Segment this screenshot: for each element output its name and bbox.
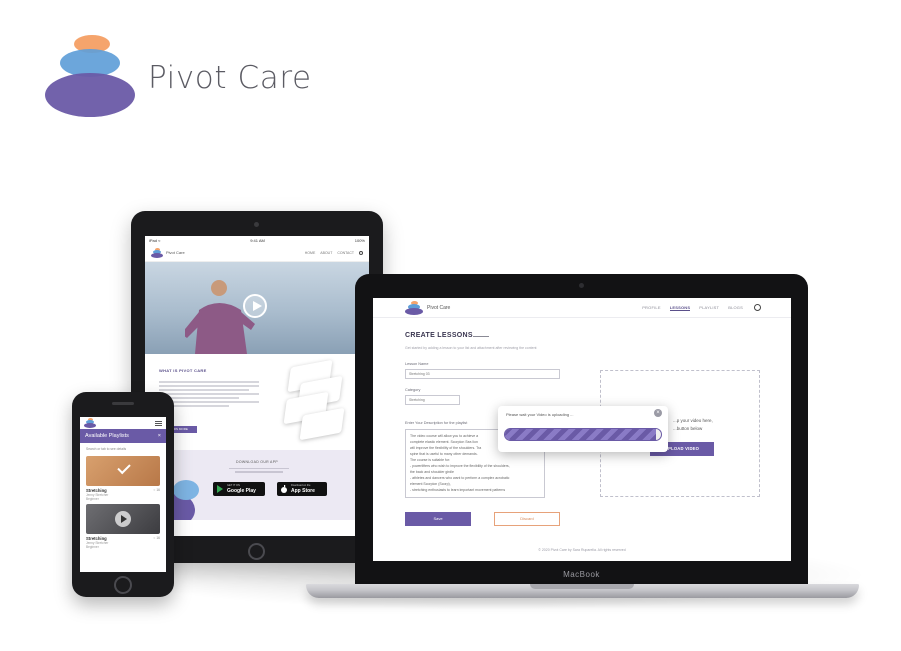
upload-hint-line: ...button below [673,426,703,431]
nav-blogs[interactable]: BLOGS [728,305,743,311]
card-meta: Stretching ○ 16 [80,486,166,493]
play-video-icon[interactable] [243,294,267,318]
search-hint: Search or tab to see details [86,447,127,451]
close-icon[interactable]: × [654,409,662,417]
brand-name: Pivot Care [148,60,312,96]
category-select[interactable]: Stretching [405,395,460,405]
card-meta: Stretching ○ 16 [80,534,166,541]
apple-icon [281,485,287,493]
upload-hint: ...p your video here, ...button below [673,417,713,433]
logo-icon [405,301,423,315]
user-icon[interactable] [359,250,363,255]
logo-icon[interactable] [84,418,96,428]
tablet-nav-links: HOME ABOUT CONTACT [305,250,363,255]
laptop-nav: Pivot Care PROFILE LESSONS PLAYLIST BLOG… [373,298,791,318]
lesson-name-label: Lesson Name [405,362,429,366]
tablet-home-button[interactable] [248,543,265,560]
card-views: ○ 16 [153,536,160,540]
card-level: Beginner [86,545,99,549]
download-text-placeholder [229,468,289,475]
about-title: WHAT IS PIVOT CARE [159,368,207,373]
pivot-care-logo [45,35,135,117]
save-button[interactable]: Save [405,512,471,526]
decor-blob [173,480,199,500]
hero-person-image [185,280,255,354]
footer-copyright: © 2020 Pivot Care by Sara Ruparelia. All… [538,548,626,552]
checkmark-icon [117,460,131,475]
laptop-device: Pivot Care PROFILE LESSONS PLAYLIST BLOG… [355,274,808,586]
status-carrier: iPad ≈ [149,237,161,243]
discard-button[interactable]: Discard [494,512,560,526]
tablet-screen: iPad ≈ 9:41 AM 100% Pivot Care HOME ABOU… [145,236,369,536]
tablet-camera [254,222,259,227]
play-icon[interactable] [115,511,131,527]
phone-home-button[interactable] [114,576,132,594]
google-play-big: Google Play [227,487,256,494]
upload-progress-bar [504,428,662,441]
description-label: Enter Your Description for the playlist [405,421,468,425]
playlist-card[interactable]: Stretching ○ 16 Jenny Stretcher Beginner [80,456,166,501]
tablet-nav-contact[interactable]: CONTACT [337,251,354,255]
status-time: 9:41 AM [250,237,265,243]
phone-screen: Available Playlists × Search or tab to s… [80,417,166,572]
card-level: Beginner [86,497,99,501]
nav-profile[interactable]: PROFILE [642,305,661,311]
status-battery: 100% [354,237,365,243]
close-icon[interactable]: × [158,433,161,439]
laptop-nav-links: PROFILE LESSONS PLAYLIST BLOGS [642,305,743,311]
logo-icon [151,247,163,258]
google-play-icon [217,485,223,493]
lesson-name-input[interactable]: Stretching 03 [405,369,560,379]
nav-lessons[interactable]: LESSONS [669,305,691,311]
phone-speaker [112,402,134,405]
playlist-thumbnail [86,504,160,534]
google-play-button[interactable]: GET IT ON Google Play [213,482,265,496]
about-text-placeholder [159,381,259,409]
tablet-download-section: DOWNLOAD OUR APP GET IT ON Google Play D… [145,450,369,520]
tablet-status-bar: iPad ≈ 9:41 AM 100% [145,236,369,244]
description-line: - stretching enthusiasts to learn import… [410,488,506,492]
laptop-notch [530,584,634,589]
tablet-logo[interactable]: Pivot Care [151,247,185,258]
showcase-stage: Pivot Care iPad ≈ 9:41 AM 100% Pivot Car… [0,0,901,651]
phone-device: Available Playlists × Search or tab to s… [72,392,174,597]
tablet-logo-text: Pivot Care [166,250,185,255]
laptop-camera [579,283,584,288]
tablet-nav: Pivot Care HOME ABOUT CONTACT [145,244,369,262]
laptop-screen: Pivot Care PROFILE LESSONS PLAYLIST BLOG… [373,298,791,561]
laptop-logo[interactable]: Pivot Care [405,301,450,315]
upload-progress-modal: Please wait your Video is uploading ... … [498,406,668,452]
app-store-big: App Store [291,487,315,494]
playlist-header-title: Available Playlists [85,433,129,439]
playlist-card[interactable]: Stretching ○ 16 Jenny Stretcher Beginner [80,504,166,549]
app-store-button[interactable]: Download on the App Store [277,482,327,496]
playlist-thumbnail [86,456,160,486]
nav-playlist[interactable]: PLAYLIST [699,305,719,311]
user-icon[interactable] [754,304,761,311]
phone-topbar [80,417,166,429]
upload-progress-fill [505,429,657,440]
page-title: CREATE LESSONS [405,332,473,339]
playlist-header: Available Playlists × [80,429,166,443]
page-subtitle: Get started by adding a lesson to your l… [405,346,537,350]
tablet-about-section: WHAT IS PIVOT CARE LEARN MORE [145,354,369,450]
card-views: ○ 16 [153,488,160,492]
tablet-nav-about[interactable]: ABOUT [320,251,332,255]
title-divider [473,336,489,337]
download-title: DOWNLOAD OUR APP [236,460,278,464]
category-label: Category [405,388,421,392]
upload-status-text: Please wait your Video is uploading ... [506,412,574,417]
laptop-brand-label: MacBook [563,570,600,579]
tablet-hero-video[interactable] [145,262,369,354]
hamburger-menu-icon[interactable] [155,420,162,426]
app-screens-illustration [265,358,355,448]
laptop-logo-text: Pivot Care [427,305,451,311]
upload-hint-line: ...p your video here, [673,418,713,423]
tablet-nav-home[interactable]: HOME [305,251,316,255]
